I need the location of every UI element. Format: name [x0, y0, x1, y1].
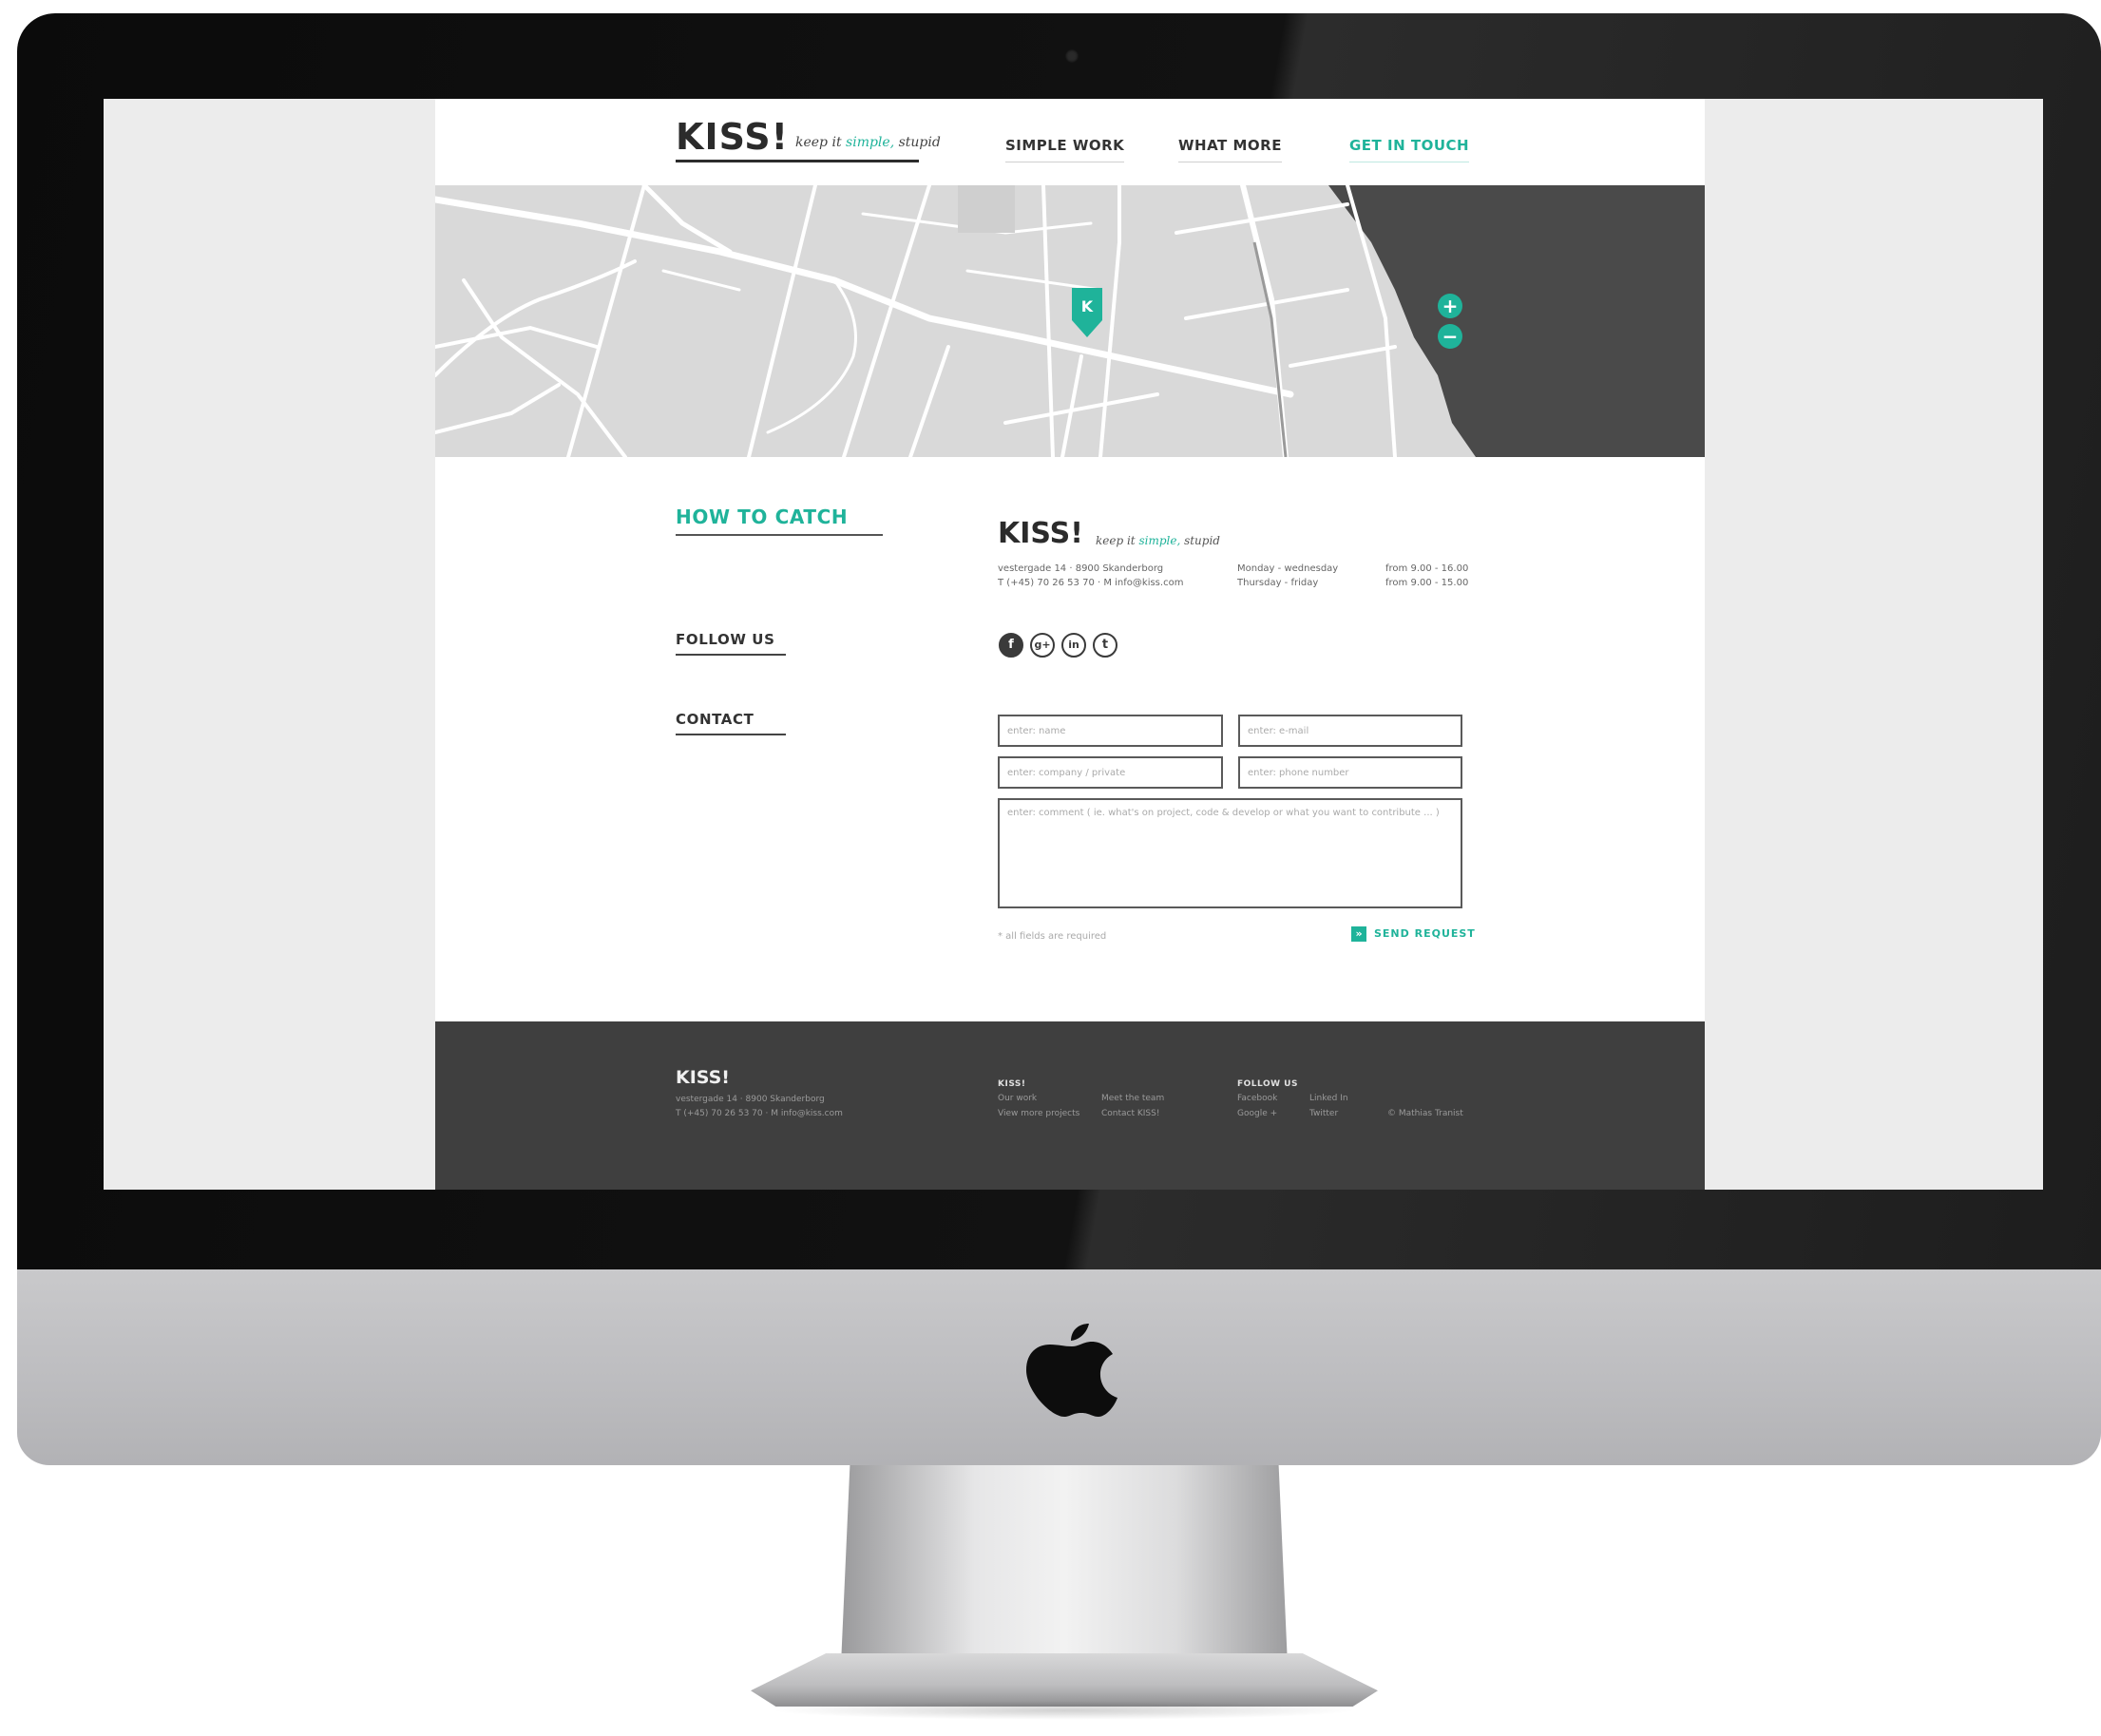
footer-link[interactable]: Our work — [998, 1094, 1037, 1103]
footer-link[interactable]: Twitter — [1309, 1109, 1338, 1118]
stand-shadow — [770, 1701, 1359, 1720]
footer-link[interactable]: Meet the team — [1101, 1094, 1164, 1103]
info-tagline: keep it simple, stupid — [1096, 534, 1220, 547]
monitor-stand — [841, 1465, 1288, 1665]
info-address: vestergade 14 · 8900 Skanderborg — [998, 563, 1164, 574]
footer-link[interactable]: Linked In — [1309, 1094, 1348, 1103]
apple-logo-icon — [1026, 1324, 1117, 1417]
map-streets: K — [435, 185, 1705, 457]
nav-what-more[interactable]: WHAT MORE — [1178, 137, 1282, 162]
zoom-out-button[interactable]: − — [1438, 324, 1462, 349]
company-field[interactable] — [998, 756, 1223, 789]
nav-get-in-touch[interactable]: GET IN TOUCH — [1349, 137, 1470, 162]
footer-copyright: © Mathias Tranist — [1387, 1109, 1463, 1118]
facebook-icon[interactable]: f — [999, 633, 1023, 658]
camera-icon — [1065, 49, 1079, 63]
web-page: KISS! keep it simple, stupid SIMPLE WORK… — [435, 99, 1705, 1190]
opening-days-1: Monday - wednesday — [1237, 563, 1339, 574]
info-logo: KISS! — [998, 517, 1083, 550]
nav-simple-work[interactable]: SIMPLE WORK — [1005, 137, 1125, 162]
footer-col2-heading: FOLLOW US — [1237, 1079, 1298, 1089]
map-marker-letter: K — [1081, 297, 1094, 315]
footer-logo[interactable]: KISS! — [676, 1067, 730, 1088]
logo-text: KISS! — [676, 116, 789, 158]
footer-link[interactable]: Facebook — [1237, 1094, 1277, 1103]
zoom-in-button[interactable]: + — [1438, 294, 1462, 318]
footer-link[interactable]: View more projects — [998, 1109, 1079, 1118]
twitter-icon[interactable]: t — [1093, 633, 1117, 658]
site-footer: KISS! vestergade 14 · 8900 Skanderborg T… — [435, 1021, 1705, 1190]
opening-hours-1: from 9.00 - 16.00 — [1385, 563, 1469, 574]
footer-link[interactable]: Contact KISS! — [1101, 1109, 1159, 1118]
send-request-label: SEND REQUEST — [1374, 927, 1476, 941]
phone-field[interactable] — [1238, 756, 1462, 789]
footer-link[interactable]: Google + — [1237, 1109, 1277, 1118]
footer-address: vestergade 14 · 8900 Skanderborg — [676, 1095, 825, 1104]
opening-hours-2: from 9.00 - 15.00 — [1385, 578, 1469, 588]
message-field[interactable] — [998, 798, 1462, 908]
site-logo[interactable]: KISS! keep it simple, stupid — [676, 114, 941, 162]
required-note: * all fields are required — [998, 931, 1107, 942]
location-map[interactable]: K + − — [435, 185, 1705, 457]
google-plus-icon[interactable]: g+ — [1030, 633, 1055, 658]
monitor-stand-base — [751, 1653, 1378, 1707]
logo-tagline: keep it simple, stupid — [795, 135, 941, 150]
screen: KISS! keep it simple, stupid SIMPLE WORK… — [104, 99, 2043, 1190]
opening-days-2: Thursday - friday — [1237, 578, 1319, 588]
name-field[interactable] — [998, 715, 1223, 747]
footer-phone-email: T (+45) 70 26 53 70 · M info@kiss.com — [676, 1109, 843, 1118]
linkedin-icon[interactable]: in — [1061, 633, 1086, 658]
email-field[interactable] — [1238, 715, 1462, 747]
footer-col1-heading: KISS! — [998, 1079, 1026, 1089]
send-arrow-icon: » — [1351, 925, 1366, 942]
how-to-catch-title: HOW TO CATCH — [676, 506, 883, 536]
info-phone-email: T (+45) 70 26 53 70 · M info@kiss.com — [998, 578, 1184, 588]
send-request-button[interactable]: » SEND REQUEST — [1351, 925, 1476, 943]
contact-title: CONTACT — [676, 711, 786, 735]
follow-us-title: FOLLOW US — [676, 631, 786, 656]
